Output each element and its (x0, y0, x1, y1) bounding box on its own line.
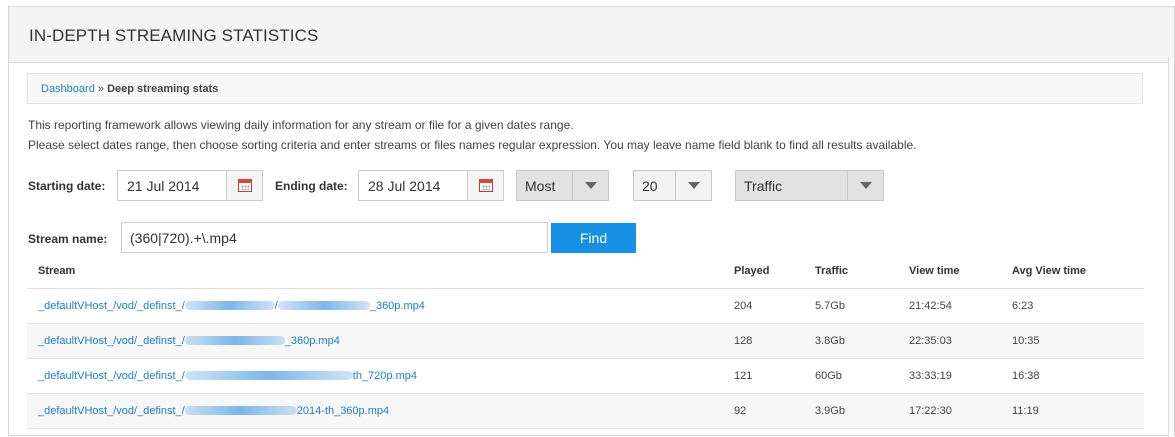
view-time-value: 33:33:19 (909, 370, 952, 382)
scrollbar[interactable] (1168, 57, 1174, 437)
stream-name-label: Stream name: (28, 232, 108, 246)
results-table: Stream Played Traffic View time Avg View… (27, 255, 1144, 429)
description-line-1: This reporting framework allows viewing … (28, 118, 574, 132)
traffic-value: 60Gb (815, 370, 842, 382)
order-select-toggle[interactable] (572, 171, 608, 200)
count-select[interactable]: 20 (633, 170, 712, 201)
starting-date-input[interactable] (118, 171, 226, 200)
breadcrumb: Dashboard » Deep streaming stats (27, 73, 1143, 104)
ending-date-input[interactable] (359, 171, 467, 200)
played-value: 204 (734, 300, 753, 312)
page-title: IN-DEPTH STREAMING STATISTICS (29, 26, 319, 45)
played-value: 92 (734, 405, 747, 417)
played-value: 121 (734, 370, 753, 382)
calendar-icon (479, 179, 493, 192)
column-header-traffic[interactable]: Traffic (815, 265, 848, 277)
stream-name-input[interactable] (121, 222, 548, 253)
table-header: Stream Played Traffic View time Avg View… (27, 255, 1144, 289)
stream-link[interactable]: _defaultVHost_/vod/_definst_/2014-th_360… (38, 405, 389, 417)
breadcrumb-separator: » (97, 83, 105, 95)
criteria-select-toggle[interactable] (847, 171, 883, 200)
traffic-value: 3.9Gb (815, 405, 845, 417)
order-select-value: Most (525, 178, 556, 194)
starting-date-calendar-button[interactable] (226, 171, 262, 200)
table-row: _defaultVHost_/vod/_definst_// _360p.mp4 … (27, 289, 1144, 324)
stream-link[interactable]: _defaultVHost_/vod/_definst_/_360p.mp4 (38, 335, 340, 347)
column-header-stream[interactable]: Stream (38, 265, 75, 277)
criteria-select[interactable]: Traffic (735, 170, 884, 201)
breadcrumb-dashboard-link[interactable]: Dashboard (41, 83, 95, 95)
avg-view-time-value: 6:23 (1012, 300, 1034, 312)
criteria-select-value: Traffic (744, 178, 783, 194)
panel-header: IN-DEPTH STREAMING STATISTICS (9, 7, 1174, 63)
traffic-value: 3.8Gb (815, 335, 845, 347)
played-value: 128 (734, 335, 753, 347)
ending-date-field[interactable] (358, 170, 504, 201)
description-line-2: Please select dates range, then choose s… (28, 138, 917, 152)
chevron-down-icon (585, 182, 597, 189)
count-select-value: 20 (642, 178, 658, 194)
view-time-value: 21:42:54 (909, 300, 952, 312)
ending-date-label: Ending date: (275, 179, 348, 193)
ending-date-calendar-button[interactable] (467, 171, 503, 200)
avg-view-time-value: 11:19 (1012, 405, 1039, 417)
breadcrumb-current: Deep streaming stats (107, 83, 219, 95)
view-time-value: 22:35:03 (909, 335, 952, 347)
stream-link[interactable]: _defaultVHost_/vod/_definst_/th_720p.mp4 (38, 370, 417, 382)
avg-view-time-value: 16:38 (1012, 370, 1040, 382)
column-header-avg-view-time[interactable]: Avg View time (1012, 265, 1086, 277)
chevron-down-icon (860, 182, 872, 189)
traffic-value: 5.7Gb (815, 300, 845, 312)
column-header-view-time[interactable]: View time (909, 265, 960, 277)
table-row: _defaultVHost_/vod/_definst_/th_720p.mp4… (27, 359, 1144, 394)
view-time-value: 17:22:30 (909, 405, 952, 417)
stream-link[interactable]: _defaultVHost_/vod/_definst_// _360p.mp4 (38, 300, 425, 312)
count-select-toggle[interactable] (675, 171, 711, 200)
chevron-down-icon (688, 182, 700, 189)
starting-date-label: Starting date: (28, 179, 106, 193)
avg-view-time-value: 10:35 (1012, 335, 1040, 347)
starting-date-field[interactable] (117, 170, 263, 201)
order-select[interactable]: Most (516, 170, 609, 201)
find-button[interactable]: Find (551, 223, 636, 253)
table-row: _defaultVHost_/vod/_definst_/_360p.mp4 1… (27, 324, 1144, 359)
column-header-played[interactable]: Played (734, 265, 769, 277)
calendar-icon (238, 179, 252, 192)
